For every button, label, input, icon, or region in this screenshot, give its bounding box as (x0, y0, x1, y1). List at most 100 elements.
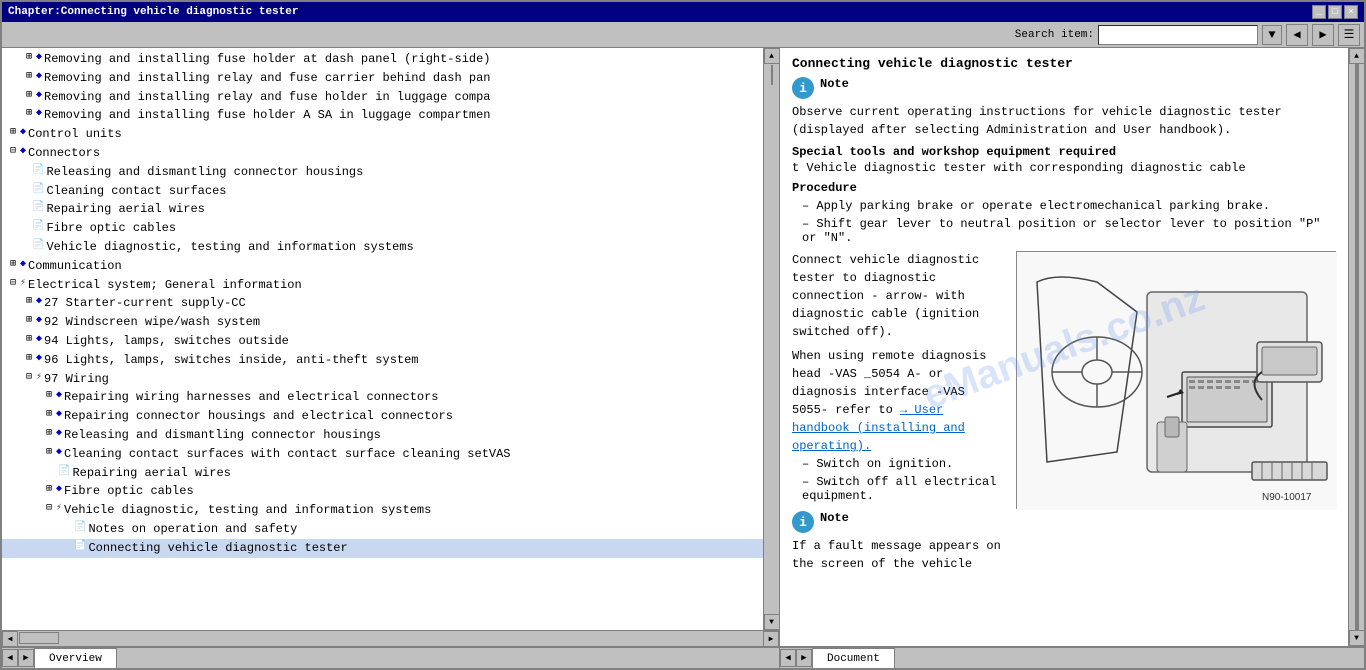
item-text[interactable]: Releasing and dismantling connector hous… (46, 164, 363, 181)
list-item[interactable]: ⊞ ◆ Fibre optic cables (2, 482, 763, 501)
expand-icon[interactable]: ⊞ (22, 51, 36, 65)
list-item[interactable]: ⊞ ◆ 92 Windscreen wipe/wash system (2, 313, 763, 332)
expand-icon[interactable]: ⊞ (22, 70, 36, 84)
list-item[interactable]: 📄 Releasing and dismantling connector ho… (2, 163, 763, 182)
list-item[interactable]: 📄 Repairing aerial wires (2, 200, 763, 219)
list-item[interactable]: 📄 Vehicle diagnostic, testing and inform… (2, 238, 763, 257)
main-panels: ⊞ ◆ Removing and installing fuse holder … (2, 48, 1364, 646)
item-text[interactable]: Releasing and dismantling connector hous… (64, 427, 381, 444)
expand-icon[interactable]: ⊞ (22, 314, 36, 328)
list-item[interactable]: 📄 Connecting vehicle diagnostic tester (2, 539, 763, 558)
list-item[interactable]: ⊞ ◆ Repairing connector housings and ele… (2, 407, 763, 426)
item-text[interactable]: Removing and installing fuse holder A SA… (44, 107, 490, 124)
expand-icon[interactable]: ⊟ (42, 502, 56, 516)
list-item[interactable]: ⊞ ◆ 96 Lights, lamps, switches inside, a… (2, 351, 763, 370)
left-nav-next-button[interactable]: ▶ (18, 649, 34, 667)
list-item[interactable]: ⊞ ◆ Removing and installing fuse holder … (2, 106, 763, 125)
minimize-button[interactable]: _ (1312, 5, 1326, 19)
list-item[interactable]: ⊞ ◆ Removing and installing relay and fu… (2, 69, 763, 88)
scroll-down-button[interactable]: ▼ (764, 614, 780, 630)
item-text[interactable]: 96 Lights, lamps, switches inside, anti-… (44, 352, 418, 369)
list-item[interactable]: ⊞ ◆ Cleaning contact surfaces with conta… (2, 445, 763, 464)
search-input[interactable] (1098, 25, 1258, 45)
list-item[interactable]: 📄 Repairing aerial wires (2, 464, 763, 483)
item-text[interactable]: Removing and installing relay and fuse h… (44, 89, 490, 106)
expand-icon[interactable]: ⊟ (22, 371, 36, 385)
item-text[interactable]: Removing and installing fuse holder at d… (44, 51, 490, 68)
left-nav-prev-button[interactable]: ◀ (2, 649, 18, 667)
right-scrollbar-vertical[interactable]: ▲ ▼ (1348, 48, 1364, 646)
expand-icon[interactable]: ⊞ (6, 258, 20, 272)
expand-icon[interactable]: ⊞ (22, 352, 36, 366)
left-scrollbar-vertical[interactable]: ▲ ▼ (763, 48, 779, 630)
scroll-up-button[interactable]: ▲ (764, 48, 780, 64)
item-text[interactable]: Removing and installing relay and fuse c… (44, 70, 490, 87)
expand-icon[interactable]: ⊟ (6, 277, 20, 291)
item-text[interactable]: Control units (28, 126, 122, 143)
list-item[interactable]: 📄 Fibre optic cables (2, 219, 763, 238)
scroll-right-button[interactable]: ▶ (763, 631, 779, 646)
item-text[interactable]: Electrical system; General information (28, 277, 302, 294)
expand-icon[interactable]: ⊞ (6, 126, 20, 140)
expand-icon[interactable]: ⊞ (22, 333, 36, 347)
toolbar: Search item: ▼ ◀ ▶ ☰ (2, 22, 1364, 48)
left-scrollbar-horizontal[interactable]: ◀ ▶ (2, 630, 779, 646)
list-item[interactable]: ⊞ ◆ Removing and installing relay and fu… (2, 88, 763, 107)
tab-overview[interactable]: Overview (34, 648, 117, 668)
close-button[interactable]: × (1344, 5, 1358, 19)
list-item[interactable]: 📄 Cleaning contact surfaces (2, 182, 763, 201)
expand-icon[interactable]: ⊞ (42, 427, 56, 441)
expand-icon[interactable]: ⊞ (42, 389, 56, 403)
item-text[interactable]: Repairing connector housings and electri… (64, 408, 453, 425)
right-scroll-down-button[interactable]: ▼ (1349, 630, 1365, 646)
item-text[interactable]: Vehicle diagnostic, testing and informat… (64, 502, 431, 519)
item-text[interactable]: 92 Windscreen wipe/wash system (44, 314, 260, 331)
expand-icon[interactable]: ⊞ (22, 89, 36, 103)
search-next-button[interactable]: ▶ (1312, 24, 1334, 46)
expand-icon[interactable]: ⊟ (6, 145, 20, 159)
lower-section: Connect vehicle diagnostic tester to dia… (792, 251, 1336, 573)
item-text[interactable]: Repairing wiring harnesses and electrica… (64, 389, 438, 406)
list-item[interactable]: ⊟ ⚡ Vehicle diagnostic, testing and info… (2, 501, 763, 520)
item-text[interactable]: Communication (28, 258, 122, 275)
item-text[interactable]: Cleaning contact surfaces (46, 183, 226, 200)
right-nav-next-button[interactable]: ▶ (796, 649, 812, 667)
list-item[interactable]: ⊟ ◆ Connectors (2, 144, 763, 163)
expand-icon[interactable]: ⊞ (42, 483, 56, 497)
search-prev-button[interactable]: ◀ (1286, 24, 1308, 46)
list-item[interactable]: ⊟ ⚡ Electrical system; General informati… (2, 276, 763, 295)
expand-icon[interactable]: ⊞ (42, 446, 56, 460)
switch-off-text: Switch off all electrical equipment. (802, 475, 996, 503)
expand-icon[interactable]: ⊞ (42, 408, 56, 422)
item-text[interactable]: Notes on operation and safety (88, 521, 297, 538)
scroll-left-button[interactable]: ◀ (2, 631, 18, 646)
right-scroll-up-button[interactable]: ▲ (1349, 48, 1365, 64)
menu-button[interactable]: ☰ (1338, 24, 1360, 46)
item-text[interactable]: Repairing aerial wires (72, 465, 230, 482)
expand-icon[interactable]: ⊞ (22, 295, 36, 309)
list-item[interactable]: 📄 Notes on operation and safety (2, 520, 763, 539)
item-text[interactable]: 27 Starter-current supply-CC (44, 295, 246, 312)
item-text[interactable]: Connectors (28, 145, 100, 162)
list-item[interactable]: ⊞ ◆ Removing and installing fuse holder … (2, 50, 763, 69)
list-item[interactable]: ⊞ ◆ 94 Lights, lamps, switches outside (2, 332, 763, 351)
item-text[interactable]: 94 Lights, lamps, switches outside (44, 333, 289, 350)
list-item[interactable]: ⊞ ◆ Repairing wiring harnesses and elect… (2, 388, 763, 407)
item-text[interactable]: Fibre optic cables (64, 483, 194, 500)
list-item[interactable]: ⊞ ◆ Releasing and dismantling connector … (2, 426, 763, 445)
list-item[interactable]: ⊞ ◆ Communication (2, 257, 763, 276)
maximize-button[interactable]: □ (1328, 5, 1342, 19)
search-dropdown[interactable]: ▼ (1262, 25, 1282, 45)
tab-document[interactable]: Document (812, 648, 895, 668)
item-text[interactable]: 97 Wiring (44, 371, 109, 388)
list-item[interactable]: ⊟ ⚡ 97 Wiring (2, 370, 763, 389)
list-item[interactable]: ⊞ ◆ Control units (2, 125, 763, 144)
item-text[interactable]: Connecting vehicle diagnostic tester (88, 540, 347, 557)
item-text[interactable]: Vehicle diagnostic, testing and informat… (46, 239, 413, 256)
right-nav-prev-button[interactable]: ◀ (780, 649, 796, 667)
item-text[interactable]: Repairing aerial wires (46, 201, 204, 218)
item-text[interactable]: Fibre optic cables (46, 220, 176, 237)
expand-icon[interactable]: ⊞ (22, 107, 36, 121)
item-text[interactable]: Cleaning contact surfaces with contact s… (64, 446, 510, 463)
list-item[interactable]: ⊞ ◆ 27 Starter-current supply-CC (2, 294, 763, 313)
